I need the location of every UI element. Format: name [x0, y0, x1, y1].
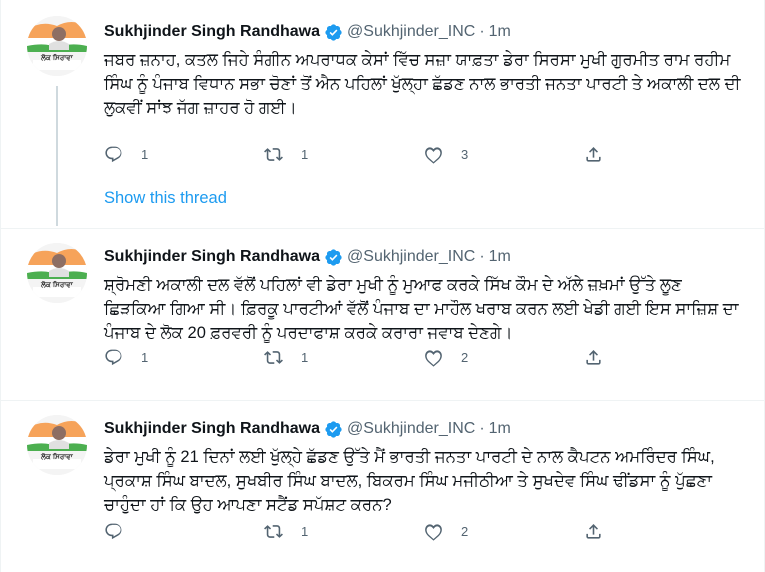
tweet-body: Sukhjinder Singh Randhawa @Sukhjinder_IN… — [104, 417, 746, 517]
like-count: 2 — [461, 523, 469, 539]
share-icon — [586, 146, 601, 162]
like-icon — [425, 146, 442, 164]
share-button[interactable] — [584, 522, 644, 541]
like-icon — [425, 523, 442, 541]
tweet-actions: 1 2 — [104, 517, 644, 545]
retweet-count: 1 — [301, 523, 309, 539]
retweet-count: 1 — [301, 349, 309, 365]
retweet-icon — [264, 147, 283, 161]
separator-dot: · — [479, 23, 485, 40]
reply-button[interactable]: 1 — [104, 145, 164, 164]
avatar-caption: ਲੋਕ ਸਿਰਾਵਾ — [41, 282, 73, 289]
avatar-caption: ਲੋਕ ਸਿਰਾਵਾ — [41, 55, 73, 62]
share-button[interactable] — [584, 145, 644, 164]
author-handle[interactable]: @Sukhjinder_INC — [347, 248, 475, 266]
avatar-image-icon — [27, 16, 87, 76]
timestamp[interactable]: 1m — [489, 248, 511, 266]
author-name[interactable]: Sukhjinder Singh Randhawa — [104, 420, 320, 438]
timestamp[interactable]: 1m — [489, 420, 511, 438]
share-icon — [586, 523, 601, 539]
reply-count: 1 — [141, 146, 149, 162]
author-name[interactable]: Sukhjinder Singh Randhawa — [104, 23, 320, 41]
reply-button[interactable] — [104, 522, 164, 541]
reply-count: 1 — [141, 349, 149, 365]
separator-dot: · — [479, 248, 485, 265]
tweet[interactable]: ਲੋਕ ਸਿਰਾਵਾ Sukhjinder Singh Randhawa @Su… — [1, 400, 764, 572]
like-count: 3 — [461, 146, 469, 162]
tweet-text: ਸ਼੍ਰੋਮਣੀ ਅਕਾਲੀ ਦਲ ਵੱਲੋਂ ਪਹਿਲਾਂ ਵੀ ਡੇਰਾ ਮ… — [104, 276, 739, 342]
separator-dot: · — [479, 420, 485, 437]
verified-badge-icon — [324, 23, 343, 42]
like-icon — [425, 349, 442, 367]
tweet-header: Sukhjinder Singh Randhawa @Sukhjinder_IN… — [104, 20, 746, 44]
author-handle[interactable]: @Sukhjinder_INC — [347, 420, 475, 438]
verified-badge-icon — [324, 248, 343, 267]
share-icon — [586, 349, 601, 365]
avatar-caption: ਲੋਕ ਸਿਰਾਵਾ — [41, 454, 73, 461]
retweet-icon — [264, 524, 283, 538]
tweet-body: Sukhjinder Singh Randhawa @Sukhjinder_IN… — [104, 245, 746, 345]
thread-connector-line — [56, 86, 58, 226]
retweet-button[interactable]: 1 — [264, 522, 324, 541]
like-count: 2 — [461, 349, 469, 365]
retweet-button[interactable]: 1 — [264, 348, 324, 367]
avatar[interactable]: ਲੋਕ ਸਿਰਾਵਾ — [27, 16, 87, 76]
retweet-icon — [264, 350, 283, 364]
reply-button[interactable]: 1 — [104, 348, 164, 367]
tweet-text: ਡੇਰਾ ਮੁਖੀ ਨੂੰ 21 ਦਿਨਾਂ ਲਈ ਖੁੱਲ੍ਹੇ ਛੱਡਣ ਉ… — [104, 448, 715, 514]
tweet-header: Sukhjinder Singh Randhawa @Sukhjinder_IN… — [104, 417, 746, 441]
like-button[interactable]: 2 — [424, 522, 484, 541]
retweet-count: 1 — [301, 146, 309, 162]
author-handle[interactable]: @Sukhjinder_INC — [347, 23, 475, 41]
tweet-actions: 1 1 3 — [104, 140, 644, 168]
share-button[interactable] — [584, 348, 644, 367]
avatar[interactable]: ਲੋਕ ਸਿਰਾਵਾ — [27, 415, 87, 475]
tweet-header: Sukhjinder Singh Randhawa @Sukhjinder_IN… — [104, 245, 746, 269]
like-button[interactable]: 2 — [424, 348, 484, 367]
avatar[interactable]: ਲੋਕ ਸਿਰਾਵਾ — [27, 243, 87, 303]
tweet-feed: ਲੋਕ ਸਿਰਾਵਾ Sukhjinder Singh Randhawa @Su… — [0, 0, 765, 572]
tweet-body: Sukhjinder Singh Randhawa @Sukhjinder_IN… — [104, 20, 746, 120]
author-name[interactable]: Sukhjinder Singh Randhawa — [104, 248, 320, 266]
reply-icon — [105, 146, 122, 162]
verified-badge-icon — [324, 420, 343, 439]
reply-icon — [105, 523, 122, 539]
tweet-actions: 1 1 2 — [104, 343, 644, 371]
tweet-text: ਜਬਰ ਜ਼ਨਾਹ, ਕਤਲ ਜਿਹੇ ਸੰਗੀਨ ਅਪਰਾਧਕ ਕੇਸਾਂ ਵ… — [104, 51, 741, 117]
show-thread-link[interactable]: Show this thread — [104, 189, 227, 208]
tweet[interactable]: ਲੋਕ ਸਿਰਾਵਾ Sukhjinder Singh Randhawa @Su… — [1, 228, 764, 400]
like-button[interactable]: 3 — [424, 145, 484, 164]
avatar-image-icon — [27, 415, 87, 475]
retweet-button[interactable]: 1 — [264, 145, 324, 164]
timestamp[interactable]: 1m — [489, 23, 511, 41]
tweet[interactable]: ਲੋਕ ਸਿਰਾਵਾ Sukhjinder Singh Randhawa @Su… — [1, 0, 764, 228]
reply-icon — [105, 349, 122, 365]
avatar-image-icon — [27, 243, 87, 303]
